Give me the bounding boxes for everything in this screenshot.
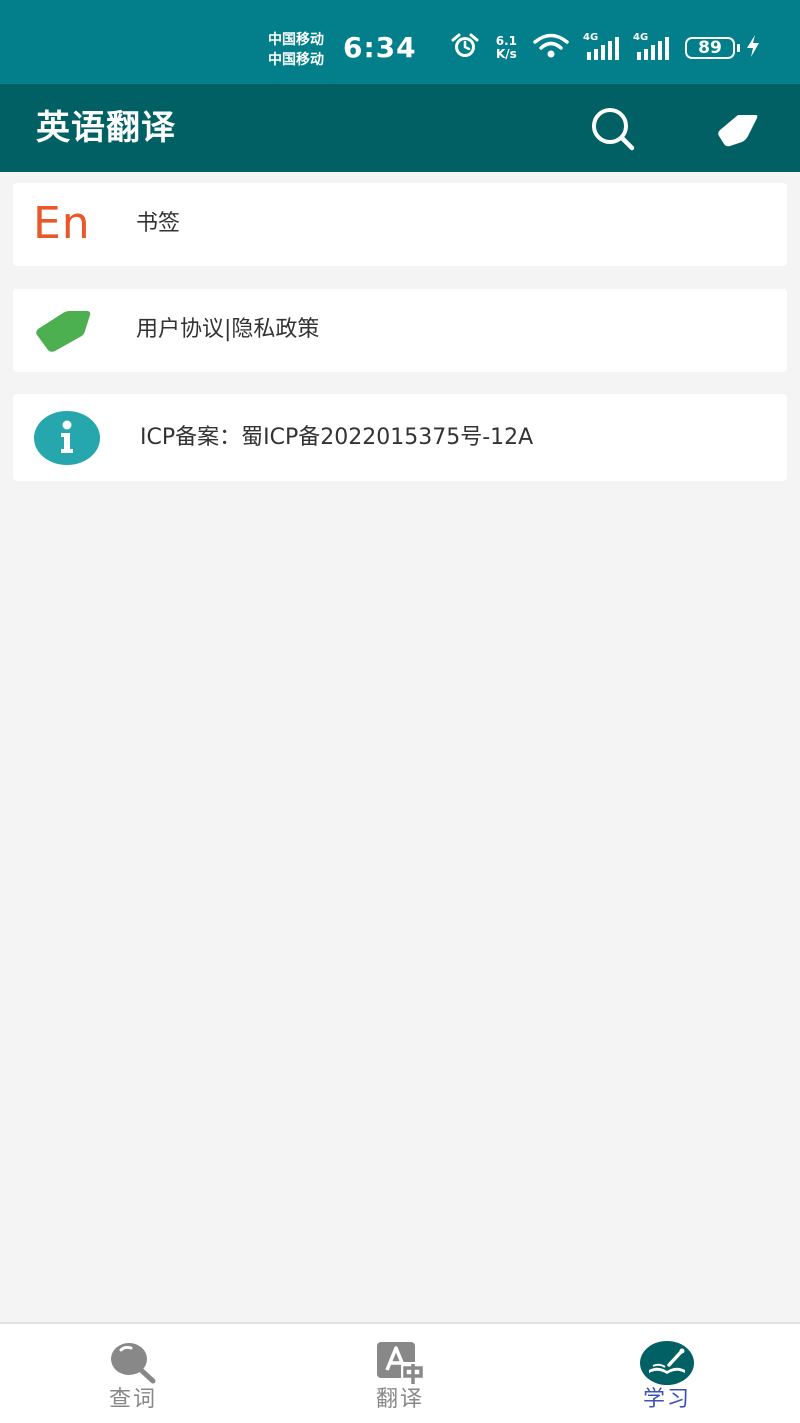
list-item-bookmarks[interactable]: En 书签 <box>13 183 787 266</box>
wifi-icon <box>533 33 569 63</box>
nav-tab-label: 查词 <box>108 1387 157 1412</box>
charging-icon <box>746 35 760 61</box>
carrier-1: 中国移动 <box>268 32 324 48</box>
signal-2-tag: 4G <box>633 32 649 43</box>
status-bar: 中国移动 中国移动 6:34 6.1 K/s 4G 4G 89 <box>0 0 800 84</box>
clock: 6:34 <box>343 31 417 64</box>
alarm-icon <box>450 32 480 64</box>
battery-level: 89 <box>685 37 735 59</box>
nav-tab-label: 学习 <box>642 1387 691 1412</box>
status-icons: 6.1 K/s 4G 4G 89 <box>450 32 760 64</box>
network-speed: 6.1 K/s <box>496 35 517 61</box>
tag-icon <box>33 307 93 359</box>
tag-icon <box>718 115 758 147</box>
bottom-nav: 查词 翻译 学习 <box>0 1322 800 1423</box>
search-button[interactable] <box>588 106 638 152</box>
tag-button[interactable] <box>714 110 760 150</box>
study-book-icon <box>640 1341 694 1385</box>
carrier-names: 中国移动 中国移动 <box>268 30 324 70</box>
carrier-2: 中国移动 <box>268 52 324 68</box>
list-item-user-agreement[interactable]: 用户协议|隐私政策 <box>13 289 787 372</box>
nav-tab-lookup[interactable]: 查词 <box>0 1324 266 1423</box>
battery-cap <box>737 44 740 52</box>
en-logo-icon: En <box>33 198 91 249</box>
app-bar: 英语翻译 <box>0 84 800 172</box>
network-speed-unit: K/s <box>495 47 517 61</box>
page-title: 英语翻译 <box>36 108 176 148</box>
list-item-label: ICP备案：蜀ICP备2022015375号-12A <box>140 425 534 450</box>
signal-2: 4G <box>633 32 669 60</box>
search-icon <box>111 1343 156 1384</box>
search-icon <box>592 108 635 151</box>
nav-tab-study[interactable]: 学习 <box>534 1324 800 1423</box>
signal-1: 4G <box>583 32 619 60</box>
list-item-label: 书签 <box>136 211 181 236</box>
list-item-label: 用户协议|隐私政策 <box>136 317 320 342</box>
nav-tab-translate[interactable]: 翻译 <box>267 1324 533 1423</box>
info-icon <box>33 410 101 470</box>
nav-tab-label: 翻译 <box>375 1387 424 1412</box>
list-item-icp-record[interactable]: ICP备案：蜀ICP备2022015375号-12A <box>13 394 787 481</box>
signal-1-tag: 4G <box>583 32 599 43</box>
battery: 89 <box>685 35 760 61</box>
translate-icon <box>377 1342 425 1384</box>
